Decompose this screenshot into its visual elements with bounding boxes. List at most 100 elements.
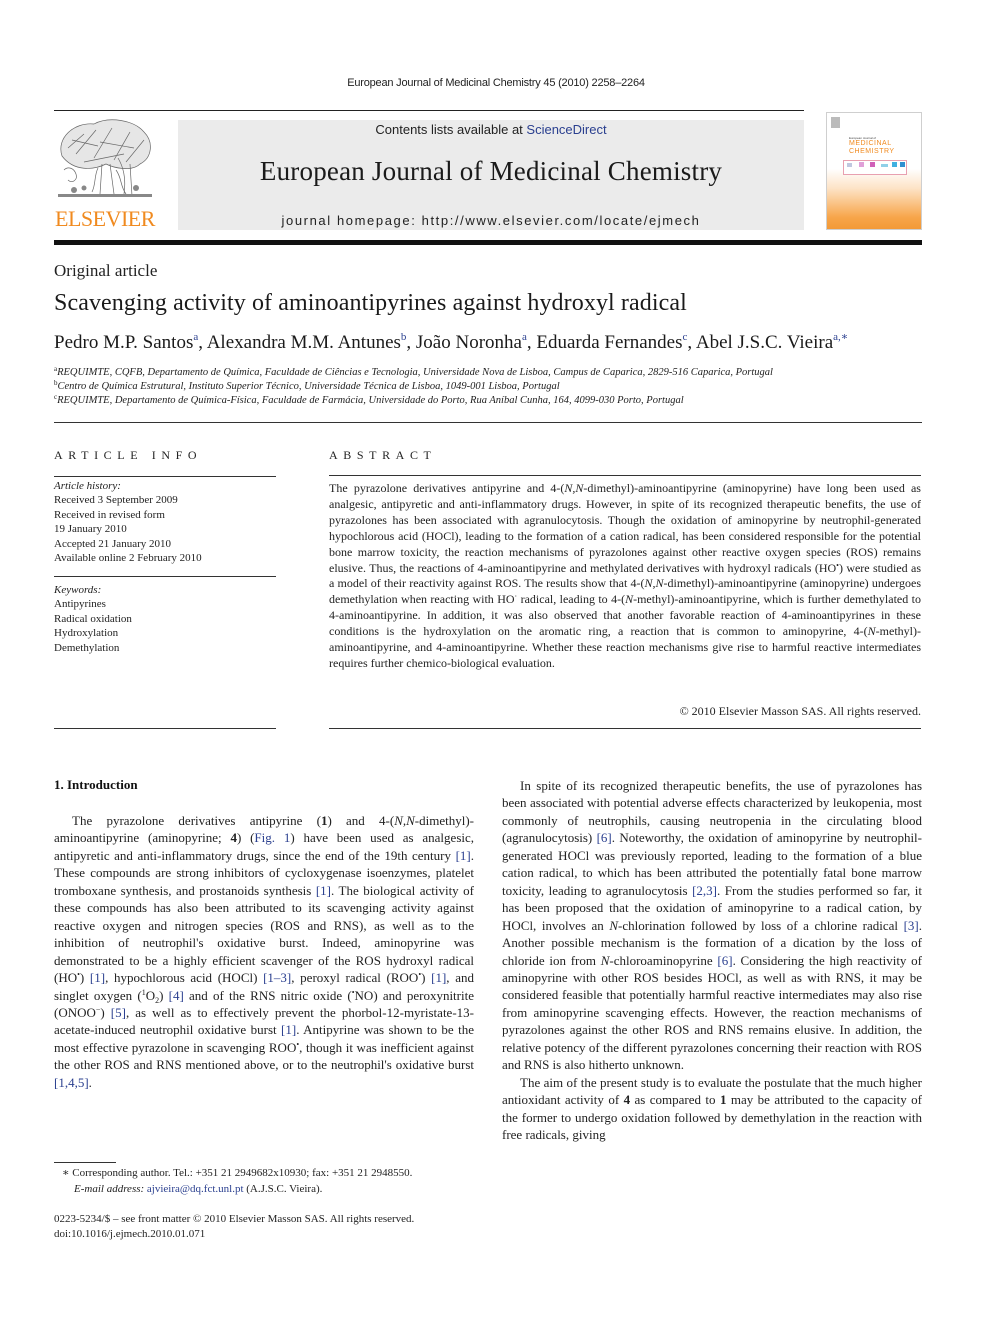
abstract-text-run: The pyrazolone derivatives antipyrine an… <box>329 481 565 495</box>
author-name[interactable]: Abel J.S.C. Vieira <box>696 332 833 353</box>
citation-link[interactable]: [4] <box>169 988 184 1003</box>
citation-link[interactable]: [3] <box>904 918 919 933</box>
masthead-top-rule <box>54 110 804 111</box>
doi-link[interactable]: doi:10.1016/j.ejmech.2010.01.071 <box>54 1227 494 1242</box>
abstract-text-run: N,N <box>644 576 664 591</box>
text-run: ) and 4-( <box>327 813 395 828</box>
issn-copyright: 0223-5234/$ – see front matter © 2010 El… <box>54 1213 415 1225</box>
elsevier-tree-icon <box>58 119 152 197</box>
history-label: Article history: <box>54 480 121 492</box>
citation-link[interactable]: [1] <box>431 970 446 985</box>
text-run: ) <box>421 970 432 986</box>
abstract-text-run: radical, leading to 4-( <box>517 592 626 607</box>
keyword: Radical oxidation <box>54 612 132 625</box>
front-matter-info: 0223-5234/$ – see front matter © 2010 El… <box>54 1212 494 1241</box>
history-item: Received 3 September 2009 <box>54 494 178 507</box>
author-affiliation-marker[interactable]: a <box>522 331 527 343</box>
text-run: , peroxyl radical (ROO <box>291 970 419 986</box>
abstract-rule <box>329 475 921 476</box>
author-name[interactable]: Pedro M.P. Santos <box>54 332 193 353</box>
affiliation: cREQUIMTE, Departamento de Química-Físic… <box>54 394 684 407</box>
text-run: -chloroaminopyrine <box>609 952 718 968</box>
author-affiliation-marker[interactable]: a,∗ <box>833 331 848 343</box>
journal-title: European Journal of Medicinal Chemistry <box>259 156 723 186</box>
text-run: as compared to <box>630 1092 720 1108</box>
footnote-rule <box>54 1162 116 1163</box>
contents-prefix: Contents lists available at <box>375 122 527 137</box>
author-affiliation-marker[interactable]: a <box>193 331 198 343</box>
citation-link[interactable]: [5] <box>111 1005 126 1020</box>
body-column-right: In spite of its recognized therapeutic b… <box>502 777 922 1144</box>
journal-masthead: Contents lists available at ScienceDirec… <box>178 120 804 230</box>
elsevier-wordmark: ELSEVIER <box>55 206 155 231</box>
journal-cover-thumbnail[interactable]: European Journal of MEDICINAL CHEMISTRY <box>826 112 922 230</box>
keyword: Antipyrines <box>54 598 106 611</box>
article-history: Article history: Received 3 September 20… <box>54 479 276 565</box>
article-info-heading: ARTICLE INFO <box>54 448 203 462</box>
citation-link[interactable]: [1] <box>281 1022 296 1037</box>
sciencedirect-link[interactable]: ScienceDirect <box>526 122 606 137</box>
journal-homepage-link[interactable]: journal homepage: http://www.elsevier.co… <box>178 213 804 228</box>
author-name[interactable]: Eduarda Fernandes <box>536 332 682 353</box>
author-affiliation-marker[interactable]: c <box>683 331 688 343</box>
author-list: Pedro M.P. Santosa, Alexandra M.M. Antun… <box>54 331 849 354</box>
abstract-text-run: N <box>625 592 634 607</box>
running-head: European Journal of Medicinal Chemistry … <box>347 77 645 89</box>
article-info-rule <box>54 476 276 477</box>
body-paragraph: The aim of the present study is to evalu… <box>502 1074 922 1144</box>
citation-link[interactable]: [1] <box>316 883 331 898</box>
citation-link[interactable]: [1,4,5] <box>54 1075 89 1090</box>
cover-title-line2: CHEMISTRY <box>849 148 895 155</box>
text-run: ) <box>159 987 169 1003</box>
body-column-left: The pyrazolone derivatives antipyrine (1… <box>54 812 474 1091</box>
affiliation-text: Centro de Química Estrutural, Instituto … <box>57 381 560 392</box>
text-run: The pyrazolone derivatives antipyrine ( <box>72 813 321 828</box>
article-title: Scavenging activity of aminoantipyrines … <box>54 290 687 316</box>
history-item: Accepted 21 January 2010 <box>54 537 171 550</box>
email-label: E-mail address: <box>74 1182 145 1195</box>
affiliation: aREQUIMTE, CQFB, Departamento de Química… <box>54 366 773 379</box>
keywords-label: Keywords: <box>54 584 102 596</box>
author-affiliation-marker[interactable]: b <box>401 331 407 343</box>
body-paragraph: In spite of its recognized therapeutic b… <box>502 777 922 1074</box>
abstract-copyright: © 2010 Elsevier Masson SAS. All rights r… <box>679 704 921 718</box>
affiliation: bCentro de Química Estrutural, Instituto… <box>54 380 560 393</box>
article-info-bottom-rule <box>54 728 276 729</box>
email-link[interactable]: ajvieira@dq.fct.unl.pt <box>147 1183 244 1195</box>
history-item: Received in revised form <box>54 508 165 521</box>
corresponding-author-footnote: ∗ Corresponding author. Tel.: +351 21 29… <box>54 1166 494 1197</box>
citation-link[interactable]: [1] <box>90 970 105 985</box>
abstract-text-run: -dimethyl)-aminoantipyrine (aminopyrine)… <box>329 481 921 575</box>
article-type: Original article <box>54 261 158 280</box>
abstract-text-run: N <box>867 624 876 639</box>
keywords-block: Keywords: Antipyrines Radical oxidation … <box>54 583 276 655</box>
abstract-heading: ABSTRACT <box>329 448 437 462</box>
author-name[interactable]: João Noronha <box>416 332 522 353</box>
body-paragraph: The pyrazolone derivatives antipyrine (1… <box>54 812 474 1091</box>
text-run: O <box>145 987 156 1003</box>
cover-elsevier-mini-logo <box>831 117 840 128</box>
text-run: , hypochlorous acid (HOCl) <box>105 970 264 986</box>
text-run: ) <box>79 970 90 986</box>
abstract-bottom-rule <box>329 728 921 729</box>
keyword: Demethylation <box>54 641 120 654</box>
citation-link[interactable]: [1–3] <box>263 970 291 985</box>
citation-link[interactable]: [2,3] <box>692 883 717 898</box>
abstract-text-run: N,N <box>564 481 584 495</box>
citation-link[interactable]: Fig. 1 <box>254 830 290 845</box>
history-item: 19 January 2010 <box>54 523 127 536</box>
text-run: . <box>88 1074 92 1090</box>
keywords-rule <box>54 576 276 577</box>
keyword: Hydroxylation <box>54 627 119 640</box>
section-divider <box>54 422 922 423</box>
affiliation-text: REQUIMTE, CQFB, Departamento de Química,… <box>57 367 773 378</box>
cover-title-line1: MEDICINAL <box>849 140 892 147</box>
citation-link[interactable]: [6] <box>717 953 732 968</box>
text-run: N,N <box>394 813 415 828</box>
citation-link[interactable]: [1] <box>456 848 471 863</box>
text-run: -chlorination followed by loss of a chlo… <box>617 917 904 933</box>
affiliation-text: REQUIMTE, Departamento de Química-Física… <box>57 395 684 406</box>
citation-link[interactable]: [6] <box>597 830 612 845</box>
elsevier-logo[interactable]: ELSEVIER <box>54 118 156 230</box>
author-name[interactable]: Alexandra M.M. Antunes <box>207 332 401 353</box>
